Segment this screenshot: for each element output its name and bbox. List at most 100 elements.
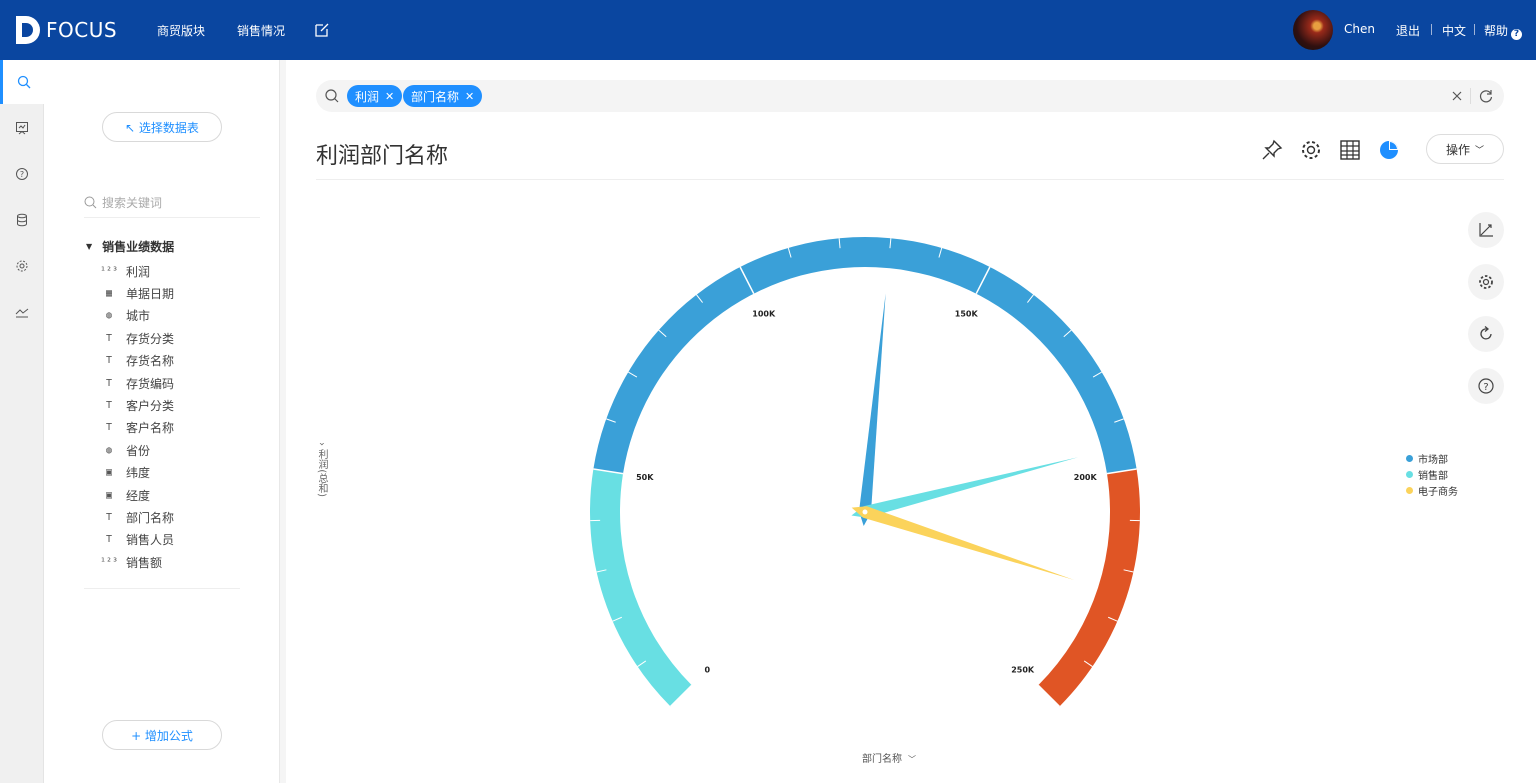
legend-item[interactable]: 市场部 xyxy=(1406,450,1458,466)
globe-icon: ◍ xyxy=(105,444,113,456)
search-placeholder: 搜索关键词 xyxy=(102,196,163,210)
legend-swatch xyxy=(1406,454,1413,462)
field-label: 存货分类 xyxy=(126,331,175,346)
nav-item-commerce[interactable]: 商贸版块 xyxy=(157,22,205,39)
text-icon: T xyxy=(105,355,113,367)
text-icon: T xyxy=(105,377,113,389)
field-label: 纬度 xyxy=(126,466,151,481)
number-icon: ¹²³ xyxy=(99,556,119,568)
rail-search[interactable] xyxy=(0,60,44,104)
field-label: 存货编码 xyxy=(126,376,175,391)
rail-settings[interactable] xyxy=(0,244,44,288)
field-item[interactable]: ◍ 城市 xyxy=(102,305,262,327)
field-label: 经度 xyxy=(126,488,151,503)
table-tree-root[interactable]: ▼ 销售业绩数据 xyxy=(86,238,174,255)
field-label: 销售额 xyxy=(126,555,163,570)
language-switch[interactable]: 中文 xyxy=(1442,22,1466,39)
user-name[interactable]: Chen xyxy=(1344,22,1375,36)
top-nav-bar: FOCUS 商贸版块 销售情况 Chen 退出 中文 帮助? xyxy=(0,0,1536,60)
globe-icon: ◍ xyxy=(105,310,113,322)
legend-label: 电子商务 xyxy=(1418,486,1458,498)
main-area: 利润 ✕ 部门名称 ✕ 利润部门名称 操作 ﹀ ? 0 50K 100K 150K 200K 2… xyxy=(286,60,1536,783)
gauge-needle xyxy=(859,292,886,526)
search-icon xyxy=(84,196,97,209)
gauge-band xyxy=(1038,468,1140,707)
gauge-band xyxy=(593,236,1137,474)
y-axis-label[interactable]: › 利润(总和) xyxy=(314,442,329,497)
select-table-button[interactable]: ↖ 选择数据表 xyxy=(102,112,222,142)
geo-icon: ▣ xyxy=(105,467,113,479)
gauge-needle xyxy=(851,457,1079,518)
field-label: 客户分类 xyxy=(126,399,175,414)
rail-data[interactable] xyxy=(0,198,44,242)
field-item[interactable]: ▣ 纬度 xyxy=(102,462,262,484)
keyword-search-input[interactable]: 搜索关键词 xyxy=(84,188,260,218)
field-item[interactable]: T 存货名称 xyxy=(102,350,262,372)
help-link[interactable]: 帮助? xyxy=(1484,22,1523,40)
field-item[interactable]: ¹²³ 销售额 xyxy=(99,551,262,573)
legend-item[interactable]: 销售部 xyxy=(1406,466,1458,482)
field-item[interactable]: T 存货编码 xyxy=(102,372,262,394)
edit-icon[interactable] xyxy=(314,22,330,38)
legend-label: 市场部 xyxy=(1418,454,1448,466)
y-axis-label-text: 利润(总和) xyxy=(316,449,327,497)
tick-label: 100K xyxy=(752,309,776,318)
legend-swatch xyxy=(1406,486,1413,494)
focus-logo[interactable]: FOCUS xyxy=(14,14,117,46)
separator xyxy=(1474,24,1475,35)
geo-icon: ▣ xyxy=(105,489,113,501)
text-icon: T xyxy=(105,422,113,434)
needle-hub xyxy=(862,509,868,515)
field-list: ¹²³ 利润 ▦ 单据日期 ◍ 城市 T 存货分类 T 存货名称 T 存货编码 T 客户分类 T 客户名称 ◍ 省… xyxy=(99,260,262,573)
rail-trend[interactable] xyxy=(0,290,44,334)
legend-swatch xyxy=(1406,470,1413,478)
logout-link[interactable]: 退出 xyxy=(1396,22,1420,39)
field-item[interactable]: T 客户分类 xyxy=(102,394,262,416)
tick-label: 150K xyxy=(955,309,979,318)
trend-icon xyxy=(15,308,29,318)
database-icon xyxy=(17,213,27,227)
gauge-chart: 0 50K 100K 150K 200K 250K xyxy=(590,236,1140,707)
gear-icon xyxy=(16,260,28,272)
field-item[interactable]: T 部门名称 xyxy=(102,506,262,528)
board-icon xyxy=(16,122,28,135)
field-item[interactable]: T 存货分类 xyxy=(102,327,262,349)
field-item[interactable]: ▣ 经度 xyxy=(102,484,262,506)
field-item[interactable]: T 销售人员 xyxy=(102,529,262,551)
tick-label: 50K xyxy=(636,473,654,482)
tick-label: 250K xyxy=(1011,666,1035,675)
field-item[interactable]: ◍ 省份 xyxy=(102,439,262,461)
rail-help[interactable]: ? xyxy=(0,152,44,196)
legend-item[interactable]: 电子商务 xyxy=(1406,482,1458,498)
tick-label: 200K xyxy=(1074,473,1098,482)
field-label: 城市 xyxy=(126,309,151,324)
text-icon: T xyxy=(105,534,113,546)
data-panel: ↖ 选择数据表 搜索关键词 ▼ 销售业绩数据 ¹²³ 利润 ▦ 单据日期 ◍ 城市 T 存货分… xyxy=(44,60,280,783)
logo-text: FOCUS xyxy=(46,18,118,42)
icon-rail: ? xyxy=(0,60,44,783)
text-icon: T xyxy=(105,511,113,523)
legend-label: 销售部 xyxy=(1418,470,1448,482)
field-label: 客户名称 xyxy=(126,421,175,436)
field-item[interactable]: ▦ 单据日期 xyxy=(102,282,262,304)
separator xyxy=(1431,24,1432,35)
user-avatar[interactable] xyxy=(1293,10,1333,50)
field-item[interactable]: T 客户名称 xyxy=(102,417,262,439)
search-icon xyxy=(17,75,30,89)
text-icon: T xyxy=(105,400,113,412)
field-label: 省份 xyxy=(126,443,151,458)
table-name: 销售业绩数据 xyxy=(102,240,175,254)
calendar-icon: ▦ xyxy=(105,288,113,300)
field-label: 单据日期 xyxy=(126,287,175,302)
field-item[interactable]: ¹²³ 利润 xyxy=(99,260,262,282)
rail-board[interactable] xyxy=(0,106,44,150)
field-label: 存货名称 xyxy=(126,354,175,369)
nav-item-sales[interactable]: 销售情况 xyxy=(237,22,285,39)
add-formula-button[interactable]: + 增加公式 xyxy=(102,720,222,750)
divider xyxy=(84,588,240,589)
gauge-needle xyxy=(851,506,1075,580)
x-axis-label[interactable]: 部门名称 ﹀ xyxy=(862,750,916,765)
number-icon: ¹²³ xyxy=(99,265,119,277)
question-icon: ? xyxy=(1511,29,1523,40)
field-label: 部门名称 xyxy=(126,510,175,525)
